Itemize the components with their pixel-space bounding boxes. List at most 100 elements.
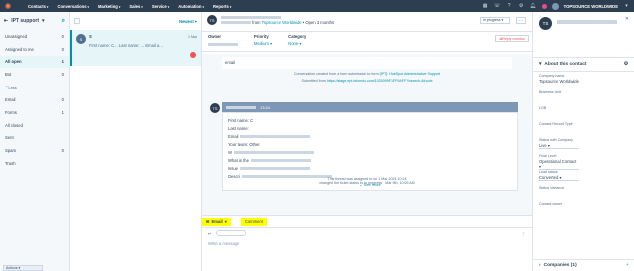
contact-sidebar: TS ✕ ▾ About this contact ⚙ Company name… xyxy=(532,12,634,271)
form-link[interactable]: [IPT]: HubSpot Administrative Support xyxy=(380,72,441,76)
actions-button[interactable]: Actions ▾ xyxy=(3,265,43,271)
message-line: Your team: Other xyxy=(228,141,260,147)
recipient-line: ↩ ⋮ xyxy=(202,228,532,238)
previous-message: email xyxy=(222,57,512,69)
view-trash[interactable]: Trash xyxy=(0,157,69,170)
arrow-left-icon[interactable]: ⇤ xyxy=(4,18,8,24)
view-all-open[interactable]: All open 1 xyxy=(0,55,69,69)
property-business-unit[interactable]: Business Unit xyxy=(533,88,634,104)
property-company-name[interactable]: Company name Topsource Worldwide xyxy=(533,72,634,88)
tab-comment[interactable]: Comment xyxy=(240,217,267,226)
ticket-properties: Owner Priority Medium ▾ Category None ▾ ⊠ … xyxy=(202,32,532,52)
conversation-preview: First name: C... Last name: ... Email a.… xyxy=(89,43,163,48)
property-lob[interactable]: LOB xyxy=(533,104,634,120)
redacted-name xyxy=(221,16,281,20)
message-line: First name: C xyxy=(228,117,254,123)
property-status-with-company[interactable]: Status with Company Live ▾ xyxy=(533,136,634,152)
inbox-switcher[interactable]: ⇤ IPT support ▾ ⌕ xyxy=(0,12,69,30)
view-unassigned[interactable]: Unassigned 0 xyxy=(0,30,69,43)
avatar: S xyxy=(76,34,86,44)
property-contact-record-type[interactable]: Contact Record Type xyxy=(533,120,634,136)
property-lead-status[interactable]: Lead status Converted ▾ xyxy=(533,168,634,184)
about-contact-section[interactable]: ▾ About this contact ⚙ xyxy=(533,58,634,72)
settings-gear-icon[interactable]: ⚙ xyxy=(518,3,525,10)
companies-section[interactable]: › Companies (1) + xyxy=(533,259,634,271)
property-final-level[interactable]: Final Level Operational Contact ▾ xyxy=(533,152,634,170)
category-field[interactable]: Category None ▾ xyxy=(288,34,306,49)
message-composer: ↩ ⋮ Write a message xyxy=(202,227,532,271)
nav-sales[interactable]: Sales▾ xyxy=(129,4,142,9)
message-header: 13:24 xyxy=(222,102,518,112)
tab-email[interactable]: ✉ Email ▾ xyxy=(202,217,231,226)
email-icon: ✉ xyxy=(206,219,210,224)
conversation-list-header: Newest ▾ xyxy=(70,12,201,30)
avatar: TS xyxy=(207,15,217,25)
conversation-created-note: Conversation created from a form submiss… xyxy=(293,72,441,76)
conversation-list: Newest ▾ S S 1 Mar First name: C... Last… xyxy=(70,12,202,271)
priority-field[interactable]: Priority Medium ▾ xyxy=(254,34,272,49)
ticket-status-dropdown[interactable]: In progress ▾ xyxy=(480,17,510,24)
notification-badge xyxy=(541,3,547,9)
nav-service[interactable]: Service▾ xyxy=(152,4,169,9)
close-icon[interactable]: ✕ xyxy=(625,16,629,22)
user-avatar[interactable] xyxy=(551,2,559,10)
message-line: What is the xyxy=(228,156,512,164)
reply-arrow-icon[interactable]: ↩ xyxy=(208,231,212,236)
hubspot-logo-icon[interactable]: ✺ xyxy=(0,0,16,12)
message-line: Issue xyxy=(228,164,512,172)
more-vertical-icon[interactable]: ⋮ xyxy=(522,231,526,236)
notifications-bell-icon[interactable]: 🔔︎ xyxy=(530,3,537,10)
company-link[interactable]: Topsource Worldwide xyxy=(262,20,302,25)
chevron-down-icon: ▾ xyxy=(539,62,542,67)
redacted-contact-name[interactable] xyxy=(557,20,617,24)
conversation-thread: TS from Topsource Worldwide • Open 3 mon… xyxy=(202,12,532,271)
sort-dropdown[interactable]: Newest ▾ xyxy=(179,19,197,24)
message-line: Last name: xyxy=(228,125,249,131)
message-line: Email xyxy=(228,132,512,140)
view-forms[interactable]: Forms 1 xyxy=(0,106,69,119)
nav-contacts[interactable]: Contacts▾ xyxy=(28,4,48,9)
avatar: TS xyxy=(210,103,220,113)
inbox-sidebar: ⇤ IPT support ▾ ⌕ Unassigned 0 Assigned t… xyxy=(0,12,70,271)
thread-body: email Conversation created from a form s… xyxy=(202,54,532,215)
views-toggle[interactable]: ⌃ Less xyxy=(0,81,69,93)
nav-marketing[interactable]: Marketing▾ xyxy=(98,4,120,9)
contact-header: TS ✕ xyxy=(533,12,634,58)
view-sent[interactable]: Sent xyxy=(0,132,69,145)
conversation-time: 1 Mar xyxy=(188,35,197,39)
calling-icon[interactable]: ☏ xyxy=(494,3,501,10)
account-company-name[interactable]: TOPSOURCE WORLDWIDE xyxy=(564,4,618,9)
chevron-down-icon[interactable]: ▾ xyxy=(623,3,630,10)
conversation-card[interactable]: S S 1 Mar First name: C... Last name: ..… xyxy=(70,30,201,66)
nav-automation[interactable]: Automation▾ xyxy=(178,4,204,9)
avatar: TS xyxy=(539,17,552,30)
select-all-checkbox[interactable] xyxy=(74,18,80,24)
owner-field[interactable]: Owner xyxy=(208,34,238,49)
submitted-url-link[interactable]: https://stage.ept.tsformic.com/1030099F1… xyxy=(327,79,433,83)
overdue-indicator xyxy=(190,52,196,58)
message-line: W xyxy=(228,148,512,156)
thread-header: TS from Topsource Worldwide • Open 3 mon… xyxy=(202,12,532,32)
marketplace-icon[interactable]: ▦ xyxy=(482,3,489,10)
nav-conversations[interactable]: Conversations▾ xyxy=(57,4,89,9)
property-contact-owner[interactable]: Contact owner xyxy=(533,200,634,216)
view-bot[interactable]: Bot 0 xyxy=(0,68,69,81)
reply-overdue-badge: ⊠ Reply overdue xyxy=(495,35,529,42)
view-spam[interactable]: Spam 0 xyxy=(0,144,69,157)
gear-icon[interactable]: ⚙ xyxy=(624,62,628,67)
view-email[interactable]: Email 0 xyxy=(0,93,69,106)
view-all-closed[interactable]: All closed xyxy=(0,119,69,132)
conversation-sender: S xyxy=(89,34,92,39)
redacted-email xyxy=(221,21,251,25)
more-options-button[interactable]: ⋯ xyxy=(516,17,526,24)
add-icon[interactable]: + xyxy=(626,263,629,268)
recipient-chip[interactable] xyxy=(215,230,246,236)
message-input[interactable]: Write a message xyxy=(202,238,532,249)
search-icon[interactable]: ⌕ xyxy=(62,18,65,25)
nav-reports[interactable]: Reports▾ xyxy=(213,4,231,9)
help-icon[interactable]: ? xyxy=(506,3,513,10)
composer-tabs: ✉ Email ▾ Comment xyxy=(202,215,532,227)
property-status-variance[interactable]: Status Variance xyxy=(533,184,634,200)
view-assigned-to-me[interactable]: Assigned to me 0 xyxy=(0,43,69,56)
top-nav: ✺ Contacts▾ Conversations▾ Marketing▾ Sa… xyxy=(0,0,634,12)
